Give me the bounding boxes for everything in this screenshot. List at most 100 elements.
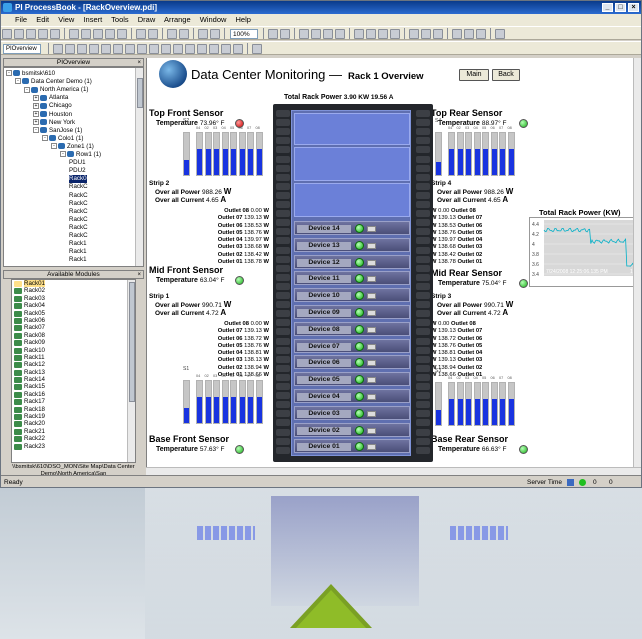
minimize-button[interactable]: _ (602, 3, 613, 12)
close-icon[interactable]: × (137, 271, 141, 279)
ole-tool-icon[interactable] (233, 44, 244, 54)
menu-tools[interactable]: Tools (111, 15, 129, 24)
module-item[interactable]: Rack19 (12, 413, 135, 421)
module-item[interactable]: Rack04 (12, 302, 135, 310)
module-item[interactable]: Rack21 (12, 428, 135, 435)
group-icon[interactable] (476, 29, 486, 39)
line-icon[interactable] (179, 29, 189, 39)
grid-icon[interactable] (198, 29, 208, 39)
tree-node[interactable]: Rack0 (69, 175, 87, 184)
bar-tool-icon[interactable] (149, 44, 160, 54)
build-icon[interactable] (148, 29, 158, 39)
rack-device[interactable]: Device 11 (294, 271, 410, 286)
overview-selector[interactable]: PIOverview (3, 44, 41, 54)
select-arrow-icon[interactable] (53, 44, 64, 54)
tree-node[interactable]: - bsmitsk\610 (6, 70, 55, 78)
module-item[interactable]: Rack08 (12, 332, 135, 339)
back-button[interactable]: Back (492, 69, 520, 81)
open-icon[interactable] (14, 29, 24, 39)
align-center-icon[interactable] (390, 29, 400, 39)
menu-help[interactable]: Help (236, 15, 251, 24)
line-tool-icon[interactable] (77, 44, 88, 54)
button-tool-icon[interactable] (221, 44, 232, 54)
color-icon[interactable] (409, 29, 419, 39)
module-item[interactable]: Rack15 (12, 383, 135, 391)
tree-node[interactable]: - Row1 (1) (60, 151, 101, 159)
hierarchy-tree[interactable]: - bsmitsk\610- Data Center Demo (1) - North … (3, 67, 144, 267)
polygon-tool-icon[interactable] (125, 44, 136, 54)
preview-icon[interactable] (50, 29, 60, 39)
module-item[interactable]: Rack16 (12, 391, 135, 398)
canvas-vertical-scrollbar[interactable] (633, 58, 641, 467)
collapse-icon[interactable]: - (51, 143, 57, 150)
modules-scrollbar[interactable] (127, 280, 135, 462)
bold-icon[interactable] (354, 29, 364, 39)
rack-device[interactable]: Device 02 (294, 422, 410, 437)
rack-device[interactable]: Device 10 (294, 288, 410, 303)
tree-node[interactable]: - North America (1) (24, 86, 88, 94)
tree-node[interactable]: RackC (69, 192, 88, 200)
tree-node[interactable]: RackC (69, 200, 88, 208)
tree-node[interactable]: + Chicago (33, 102, 72, 110)
ellipse-tool-icon[interactable] (101, 44, 112, 54)
save-icon[interactable] (26, 29, 36, 39)
canvas-horizontal-scrollbar[interactable] (146, 467, 641, 475)
module-item[interactable]: Rack06 (12, 317, 135, 324)
rack-device[interactable]: Device 03 (294, 405, 410, 420)
module-item[interactable]: Rack01 (12, 280, 135, 287)
tree-node[interactable]: Rack1 (69, 248, 87, 256)
rack-device[interactable]: Device 01 (294, 439, 410, 454)
zoom-select[interactable]: 100% (230, 29, 258, 39)
main-button[interactable]: Main (459, 69, 489, 81)
module-item[interactable]: Rack14 (12, 376, 135, 384)
tree-node[interactable]: + Houston (33, 111, 72, 119)
line-color-icon[interactable] (433, 29, 443, 39)
rack-device[interactable]: Device 13 (294, 237, 410, 252)
symbol-tool-icon[interactable] (197, 44, 208, 54)
tree-node[interactable]: - Zone1 (1) (51, 143, 94, 151)
tree-node[interactable]: RackC (69, 183, 88, 191)
expand-icon[interactable]: + (33, 118, 39, 125)
pointer-icon[interactable] (167, 29, 177, 39)
tree-node[interactable]: - Data Center Demo (1) (15, 78, 92, 86)
fill-icon[interactable] (421, 29, 431, 39)
tree-node[interactable]: + Atlanta (33, 94, 68, 102)
menu-arrange[interactable]: Arrange (164, 15, 191, 24)
collapse-icon[interactable]: - (15, 78, 21, 85)
expand-icon[interactable]: + (33, 102, 39, 109)
layout-icon[interactable] (252, 44, 263, 54)
zoom-in-icon[interactable] (268, 29, 278, 39)
tree-node[interactable]: PDU2 (69, 167, 86, 175)
redo-icon[interactable] (117, 29, 127, 39)
module-item[interactable]: Rack07 (12, 324, 135, 332)
cut-icon[interactable] (69, 29, 79, 39)
menu-file[interactable]: File (15, 15, 27, 24)
rack-device[interactable]: Device 04 (294, 389, 410, 403)
rack-device[interactable]: Device 06 (294, 355, 410, 370)
rack-device[interactable]: Device 14 (294, 221, 410, 235)
align-left-icon[interactable] (378, 29, 388, 39)
italic-icon[interactable] (366, 29, 376, 39)
close-button[interactable]: × (628, 3, 639, 12)
rack-device[interactable]: Device 08 (294, 321, 410, 336)
module-item[interactable]: Rack05 (12, 310, 135, 317)
collapse-icon[interactable]: - (42, 135, 48, 142)
tree-node[interactable]: PDU1 (69, 159, 86, 167)
snap-icon[interactable] (210, 29, 220, 39)
copy-icon[interactable] (81, 29, 91, 39)
tree-node[interactable]: Rack1 (69, 240, 87, 248)
tree-node[interactable]: RackC (69, 232, 88, 240)
rack-device[interactable]: Device 09 (294, 305, 410, 319)
rack-device[interactable]: Device 07 (294, 338, 410, 353)
print-icon[interactable] (38, 29, 48, 39)
rack-device[interactable]: Device 05 (294, 372, 410, 387)
maximize-button[interactable]: □ (615, 3, 626, 12)
undo-icon[interactable] (105, 29, 115, 39)
value-tool-icon[interactable] (185, 44, 196, 54)
tree-node[interactable]: - Colo1 (1) (42, 135, 83, 143)
front-icon[interactable] (452, 29, 462, 39)
collapse-icon[interactable]: - (24, 86, 30, 93)
tree-node[interactable]: RackC (69, 208, 88, 216)
collapse-icon[interactable]: - (6, 70, 12, 77)
back-icon[interactable] (464, 29, 474, 39)
